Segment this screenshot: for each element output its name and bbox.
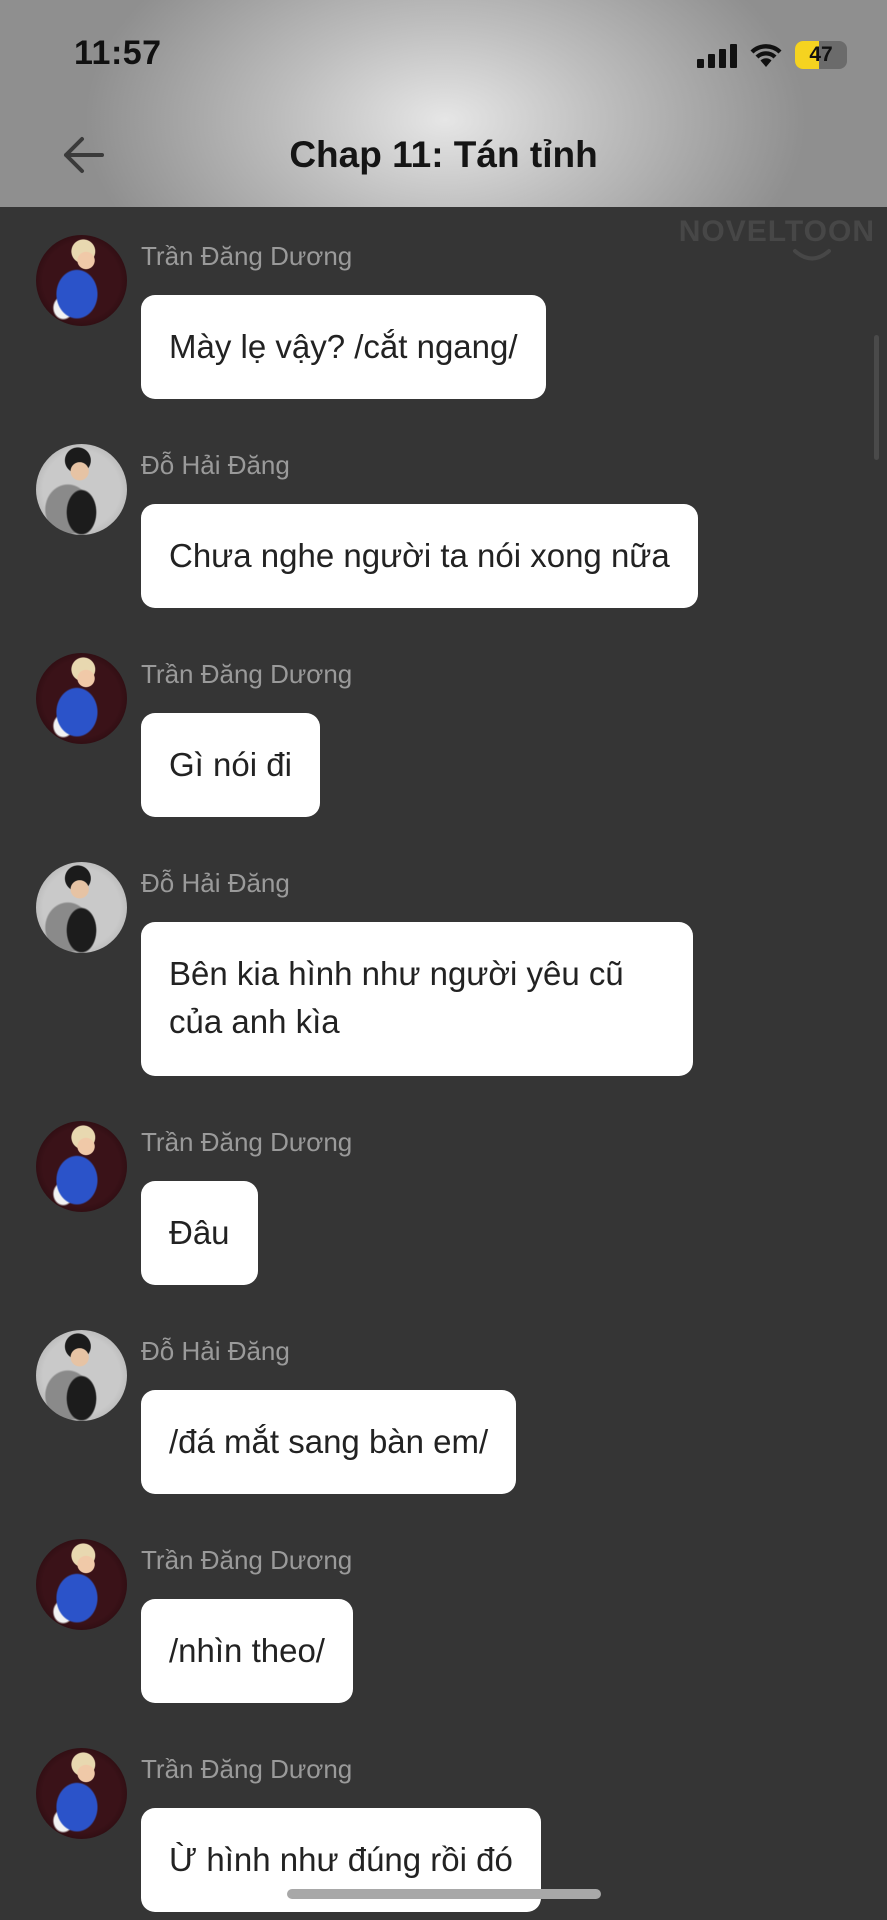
- speaker-name: Đỗ Hải Đăng: [141, 1336, 290, 1366]
- avatar[interactable]: [36, 1539, 127, 1630]
- avatar[interactable]: [36, 1330, 127, 1421]
- speaker-name: Đỗ Hải Đăng: [141, 450, 290, 480]
- page-title: Chap 11: Tán tỉnh: [289, 134, 598, 175]
- watermark-logo: NOVELTOON: [678, 215, 875, 248]
- scrollbar-thumb[interactable]: [874, 335, 879, 460]
- message-bubble: Đâu: [141, 1181, 258, 1285]
- speaker-name: Trần Đăng Dương: [141, 1754, 353, 1784]
- speaker-name: Trần Đăng Dương: [141, 659, 353, 689]
- message-bubble: /đá mắt sang bàn em/: [141, 1390, 517, 1494]
- avatar[interactable]: [36, 1748, 127, 1839]
- message-bubble: Mày lẹ vậy? /cắt ngang/: [141, 295, 546, 399]
- battery-percent: 47: [809, 43, 833, 66]
- avatar[interactable]: [36, 862, 127, 953]
- speaker-name: Trần Đăng Dương: [141, 1545, 353, 1575]
- message-bubble: Gì nói đi: [141, 713, 320, 817]
- avatar[interactable]: [36, 235, 127, 326]
- speaker-name: Trần Đăng Dương: [141, 241, 353, 271]
- speaker-name: Trần Đăng Dương: [141, 1127, 353, 1157]
- status-time: 11:57: [74, 34, 162, 72]
- home-indicator[interactable]: [287, 1889, 601, 1899]
- avatar[interactable]: [36, 1121, 127, 1212]
- watermark-smile-icon: [793, 249, 831, 261]
- top-bar: 11:57 47 Chap 11: Tán tỉnh: [0, 0, 887, 207]
- avatar[interactable]: [36, 653, 127, 744]
- status-icons: 47: [697, 38, 847, 72]
- speaker-name: Đỗ Hải Đăng: [141, 868, 290, 898]
- battery-icon: 47: [795, 41, 847, 69]
- message-bubble: /nhìn theo/: [141, 1599, 353, 1703]
- message-bubble: Chưa nghe người ta nói xong nữa: [141, 504, 698, 608]
- message-bubble: Bên kia hình như người yêu cũ của anh kì…: [141, 922, 693, 1076]
- avatar[interactable]: [36, 444, 127, 535]
- cellular-signal-icon: [697, 42, 737, 68]
- wifi-icon: [750, 44, 782, 67]
